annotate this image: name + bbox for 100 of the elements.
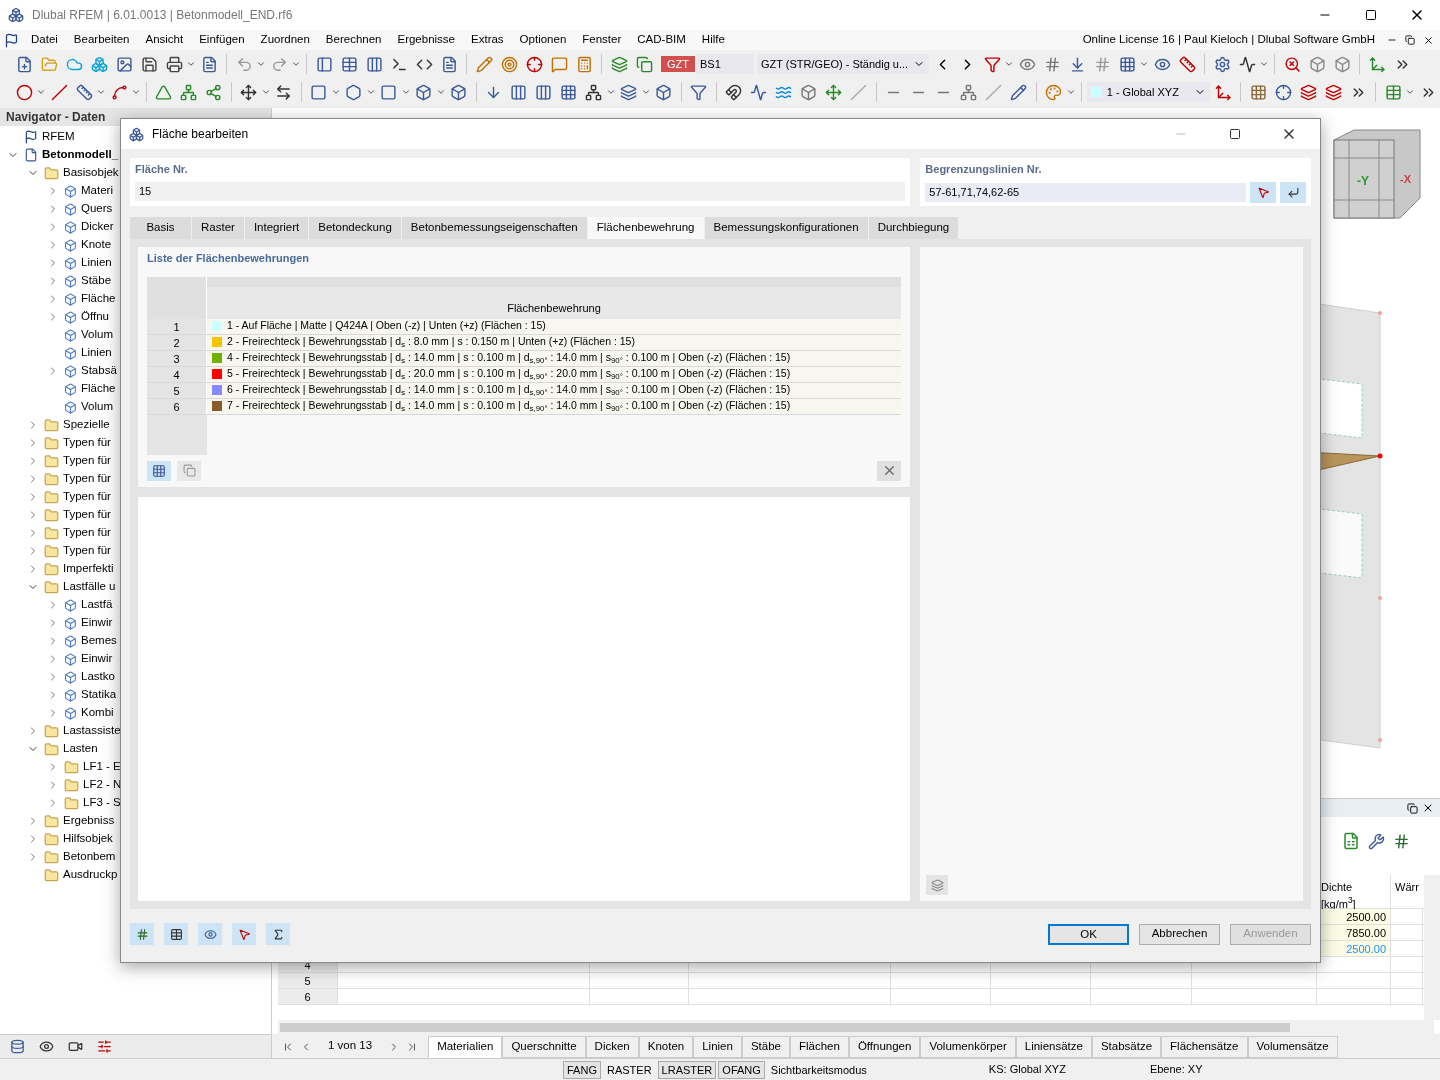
dialog-tab[interactable]: Bemessungskonfigurationen — [704, 217, 869, 239]
dialog-tab[interactable]: Raster — [192, 217, 245, 239]
copy-icon[interactable] — [635, 55, 653, 73]
first-page-icon[interactable] — [282, 1041, 294, 1053]
table-tab[interactable]: Stäbe — [741, 1036, 790, 1058]
table-tab[interactable]: Volumenkörper — [920, 1036, 1016, 1058]
cube-icon[interactable] — [655, 83, 673, 101]
restore-icon[interactable] — [1407, 802, 1418, 814]
tree-item[interactable]: Knote — [81, 236, 112, 254]
tree-item[interactable]: Ausdruckp — [63, 866, 118, 884]
tree-item[interactable]: Fläche — [81, 380, 116, 398]
cube-icon[interactable] — [1308, 55, 1326, 73]
columns-icon[interactable] — [365, 55, 383, 73]
layers-icon[interactable] — [1324, 83, 1342, 101]
tree-item[interactable]: Typen für — [63, 470, 111, 488]
tree-item[interactable]: Lastfä — [81, 596, 113, 614]
surface-number-field[interactable]: 15 — [135, 181, 906, 201]
table-tab[interactable]: Materialien — [428, 1036, 503, 1058]
menu-item[interactable]: Ansicht — [137, 31, 192, 49]
document-icon[interactable] — [200, 55, 218, 73]
delete-button[interactable] — [877, 460, 901, 481]
tree-item[interactable]: Ergebniss — [63, 812, 115, 830]
opening-icon[interactable] — [380, 83, 398, 101]
table-tab[interactable]: Öffnungen — [848, 1036, 921, 1058]
columns-icon[interactable] — [510, 83, 528, 101]
menu-item[interactable]: Datei — [23, 31, 66, 49]
tree-item[interactable]: Quers — [81, 200, 113, 218]
panel-icon[interactable] — [315, 55, 333, 73]
move-icon[interactable] — [825, 83, 843, 101]
tree-item[interactable]: Bemes — [81, 632, 117, 650]
numbering-icon[interactable] — [1093, 55, 1111, 73]
surface-icon[interactable] — [310, 83, 328, 101]
tree-item[interactable]: Lastfälle u — [63, 578, 116, 596]
tree-item[interactable]: Volum — [81, 326, 113, 344]
tree-item[interactable]: Einwir — [81, 614, 113, 632]
search-x-icon[interactable] — [1283, 55, 1301, 73]
add-button[interactable] — [147, 460, 171, 481]
crosshair-icon[interactable] — [1274, 83, 1292, 101]
dimension-icon[interactable] — [275, 83, 293, 101]
status-toggle[interactable]: Sichtbarkeitsmodus — [766, 1060, 871, 1079]
status-toggle[interactable]: OFANG — [718, 1060, 765, 1079]
tree-item[interactable]: Dicker — [81, 218, 114, 236]
status-toggle[interactable]: LRASTER — [657, 1060, 717, 1079]
data-icon[interactable] — [10, 1039, 25, 1054]
filter-icon[interactable] — [690, 83, 708, 101]
table-tab[interactable]: Flächen — [789, 1036, 849, 1058]
tree-item[interactable]: RFEM — [42, 128, 75, 146]
cube-icon[interactable] — [800, 83, 818, 101]
tree-item[interactable]: Stabsä — [81, 362, 117, 380]
printer-icon[interactable] — [165, 55, 183, 73]
menu-item[interactable]: CAD-BIM — [629, 31, 694, 49]
eye-icon[interactable] — [39, 1039, 54, 1054]
tree-item[interactable]: Kombi — [81, 704, 114, 722]
tree-item[interactable]: Linien — [81, 344, 112, 362]
menu-item[interactable]: Extras — [463, 31, 512, 49]
pick-button[interactable] — [1250, 181, 1276, 203]
menu-item[interactable]: Bearbeiten — [65, 31, 138, 49]
pencil-icon[interactable] — [1010, 83, 1028, 101]
share-icon[interactable] — [205, 83, 223, 101]
dialog-tab[interactable]: Integriert — [244, 217, 310, 239]
table-button[interactable] — [164, 923, 188, 945]
tree-item[interactable]: Betonmodell_ — [42, 146, 119, 164]
spreadsheet-icon[interactable] — [1342, 832, 1360, 850]
crosshair-icon[interactable] — [525, 55, 543, 73]
line-icon[interactable] — [50, 83, 68, 101]
image-icon[interactable] — [115, 55, 133, 73]
table-tab[interactable]: Volumensätze — [1247, 1036, 1338, 1058]
surface-icon[interactable] — [345, 83, 363, 101]
ruler-icon[interactable] — [1178, 55, 1196, 73]
vertical-scrollbar[interactable] — [1424, 875, 1440, 1020]
tree-item[interactable]: Öffnu — [81, 308, 109, 326]
menu-item[interactable]: Zuordnen — [252, 31, 318, 49]
tree-item[interactable]: Typen für — [63, 434, 111, 452]
palette-icon[interactable] — [1045, 83, 1063, 101]
folder-icon[interactable] — [40, 55, 58, 73]
table-tab[interactable]: Knoten — [638, 1036, 694, 1058]
solid-icon[interactable] — [415, 83, 433, 101]
grid-icon[interactable] — [1118, 55, 1136, 73]
boundary-lines-field[interactable]: 57-61,71,74,62-65 — [925, 182, 1246, 202]
render-button[interactable] — [926, 875, 948, 895]
table-icon[interactable] — [1384, 83, 1402, 101]
polyline-icon[interactable] — [110, 83, 128, 101]
cubes-icon[interactable] — [90, 55, 108, 73]
tree-item[interactable]: Typen für — [63, 488, 111, 506]
coordinate-system-dropdown[interactable]: 1 - Global XYZ — [1086, 82, 1211, 102]
dialog-tab[interactable]: Betonbemessungseigenschaften — [401, 217, 588, 239]
tree-item[interactable]: Fläche — [81, 290, 116, 308]
tree-item[interactable]: Typen für — [63, 542, 111, 560]
tree-item[interactable]: Statika — [81, 686, 117, 704]
tree-item[interactable]: Materi — [81, 182, 113, 200]
maximize-icon[interactable] — [1229, 128, 1241, 140]
axes-icon[interactable] — [1368, 55, 1386, 73]
graph-icon[interactable] — [750, 83, 768, 101]
tree-item[interactable]: Einwir — [81, 650, 113, 668]
support-icon[interactable] — [155, 83, 173, 101]
dialog-tab[interactable]: Flächenbewehrung — [587, 217, 705, 239]
cube-icon[interactable] — [1333, 55, 1351, 73]
tree-item[interactable]: Lastassiste — [63, 722, 121, 740]
axes-icon[interactable] — [1214, 83, 1232, 101]
columns-icon[interactable] — [535, 83, 553, 101]
